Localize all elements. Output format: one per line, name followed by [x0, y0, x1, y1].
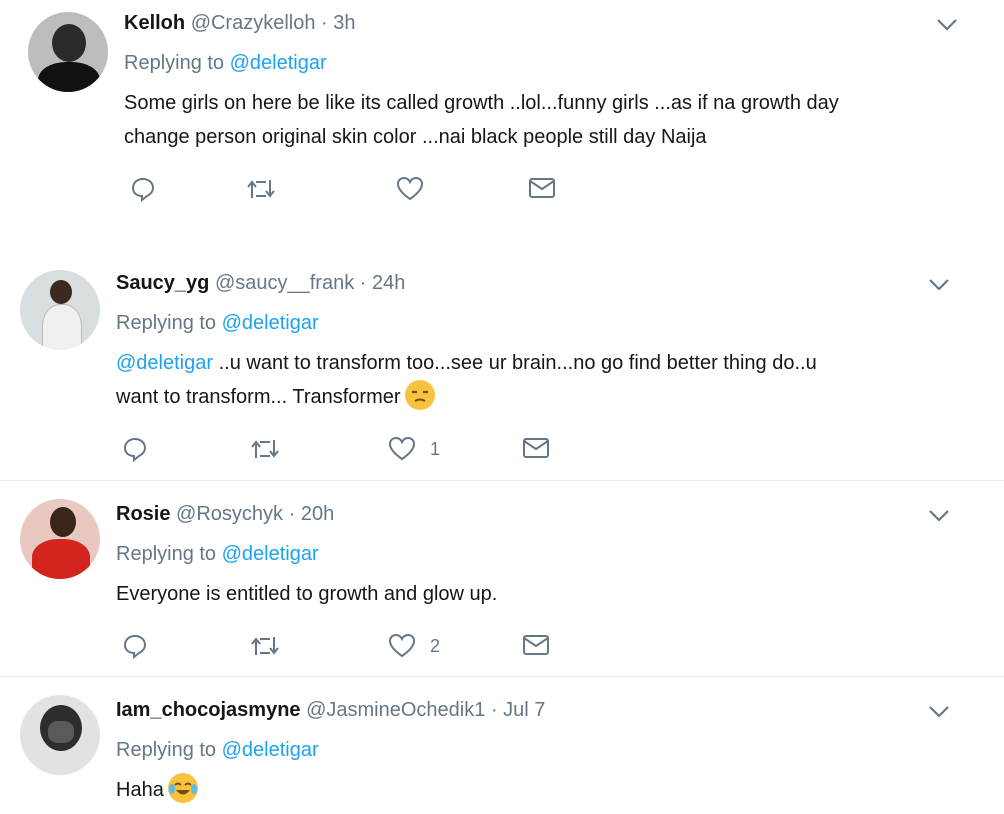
- separator-dot: ·: [359, 272, 367, 294]
- replying-to-label: Replying to: [116, 739, 217, 761]
- tweet[interactable]: Saucy_yg @saucy__frank · 24h Replying to…: [0, 260, 1004, 480]
- reply-button[interactable]: [130, 176, 156, 202]
- tweet-text: Haha: [116, 772, 986, 807]
- tweet-text: Everyone is entitled to growth and glow …: [116, 577, 986, 611]
- author-handle[interactable]: @JasmineOchedik1: [306, 699, 485, 721]
- heart-icon: [396, 176, 424, 201]
- reply-icon: [123, 634, 147, 659]
- author-name[interactable]: Iam_chocojasmyne: [116, 699, 301, 721]
- reply-icon: [131, 177, 155, 202]
- timestamp[interactable]: 24h: [372, 272, 405, 294]
- unamused-emoji-icon: [404, 379, 435, 410]
- heart-icon: [388, 633, 416, 658]
- replying-to-mention[interactable]: @deletigar: [230, 52, 327, 74]
- replying-to-label: Replying to: [116, 543, 217, 565]
- separator-dot: ·: [288, 503, 296, 525]
- avatar[interactable]: [20, 270, 100, 350]
- dm-button[interactable]: [522, 436, 550, 460]
- dm-button[interactable]: [528, 176, 556, 200]
- avatar[interactable]: [20, 499, 100, 579]
- author-name[interactable]: Rosie: [116, 503, 170, 525]
- replying-to-mention[interactable]: @deletigar: [222, 312, 319, 334]
- heart-icon: [388, 436, 416, 461]
- tweet-text: @deletigar ..u want to transform too...s…: [116, 346, 986, 414]
- tweet-text-line: Haha: [116, 779, 164, 801]
- like-count: 2: [430, 635, 441, 656]
- retweet-button[interactable]: [250, 436, 280, 462]
- tweet-text: Some girls on here be like its called gr…: [124, 86, 984, 154]
- timestamp[interactable]: Jul 7: [503, 699, 545, 721]
- author-handle[interactable]: @saucy__frank: [215, 272, 354, 294]
- chevron-down-icon[interactable]: [926, 701, 952, 721]
- reply-button[interactable]: [122, 436, 148, 462]
- envelope-icon: [523, 635, 549, 655]
- chevron-down-icon[interactable]: [926, 505, 952, 525]
- separator-dot: ·: [321, 12, 328, 34]
- chevron-down-icon[interactable]: [926, 274, 952, 294]
- tears-of-joy-emoji-icon: [167, 772, 198, 803]
- timestamp[interactable]: 20h: [301, 503, 334, 525]
- like-button[interactable]: 1: [388, 436, 440, 462]
- dm-button[interactable]: [522, 633, 550, 657]
- avatar[interactable]: [20, 695, 100, 775]
- retweet-button[interactable]: [250, 633, 280, 659]
- reply-icon: [123, 437, 147, 462]
- text-mention[interactable]: @deletigar: [116, 352, 213, 374]
- replying-to-mention[interactable]: @deletigar: [222, 739, 319, 761]
- reply-button[interactable]: [122, 633, 148, 659]
- author-handle[interactable]: @Crazykelloh: [191, 12, 316, 34]
- retweet-button[interactable]: [246, 176, 276, 202]
- tweet-text-line: ..u want to transform too...see ur brain…: [213, 352, 817, 374]
- author-name[interactable]: Kelloh: [124, 12, 185, 34]
- chevron-down-icon[interactable]: [934, 14, 960, 34]
- envelope-icon: [523, 438, 549, 458]
- tweet[interactable]: Iam_chocojasmyne @JasmineOchedik1 · Jul …: [0, 677, 1004, 805]
- replying-to-label: Replying to: [116, 312, 217, 334]
- avatar[interactable]: [28, 12, 108, 92]
- tweet[interactable]: Rosie @Rosychyk · 20h Replying to @delet…: [0, 481, 1004, 676]
- author-handle[interactable]: @Rosychyk: [176, 503, 283, 525]
- envelope-icon: [529, 178, 555, 198]
- like-button[interactable]: [396, 176, 424, 202]
- tweet-text-line: change person original skin color ...nai…: [124, 126, 707, 148]
- retweet-icon: [251, 440, 279, 458]
- tweet-text-line: Some girls on here be like its called gr…: [124, 92, 839, 114]
- retweet-icon: [247, 180, 275, 198]
- like-count: 1: [430, 438, 441, 459]
- tweet[interactable]: Kelloh @Crazykelloh · 3h Replying to @de…: [0, 0, 1004, 240]
- replying-to-mention[interactable]: @deletigar: [222, 543, 319, 565]
- tweet-text-line: want to transform... Transformer: [116, 386, 401, 408]
- separator-dot: ·: [490, 699, 498, 721]
- replying-to-label: Replying to: [124, 52, 225, 74]
- timestamp[interactable]: 3h: [333, 12, 355, 34]
- like-button[interactable]: 2: [388, 633, 440, 659]
- tweet-text-line: Everyone is entitled to growth and glow …: [116, 583, 498, 605]
- retweet-icon: [251, 637, 279, 655]
- author-name[interactable]: Saucy_yg: [116, 272, 209, 294]
